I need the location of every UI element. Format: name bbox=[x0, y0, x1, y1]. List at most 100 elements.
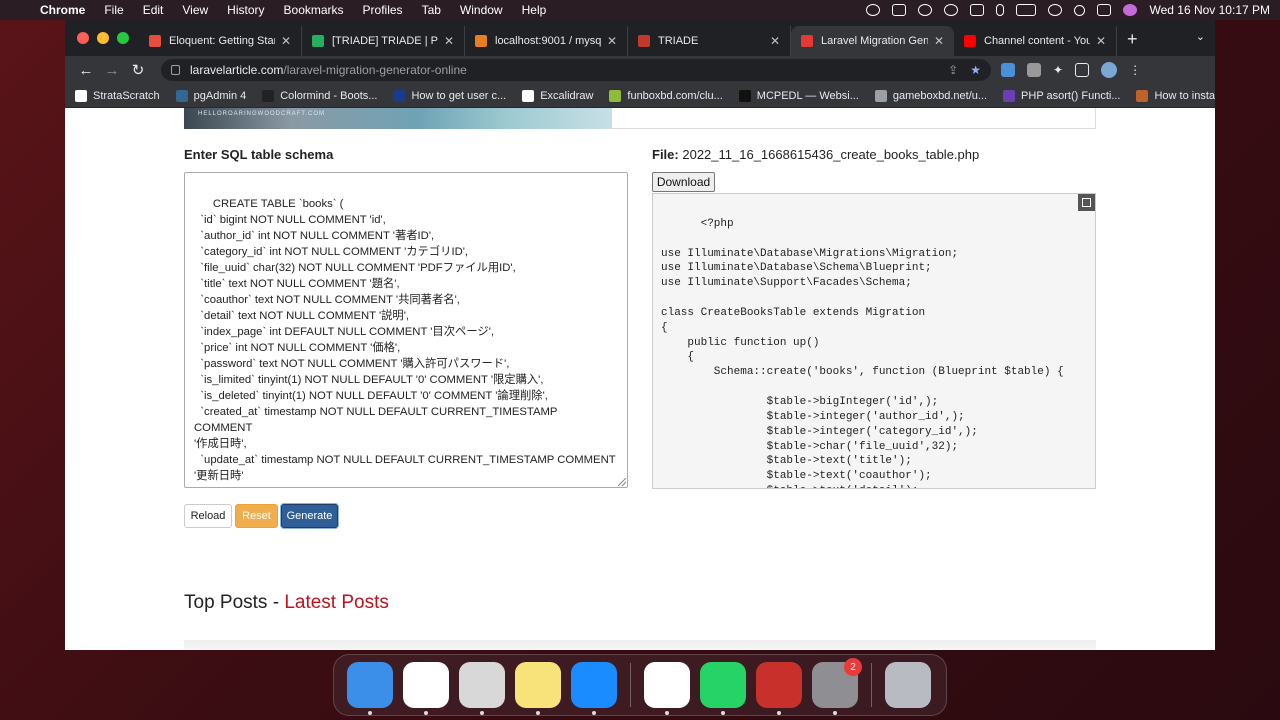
menu-edit[interactable]: Edit bbox=[143, 3, 164, 17]
menu-bookmarks[interactable]: Bookmarks bbox=[284, 3, 344, 17]
trash-dock-icon[interactable] bbox=[885, 662, 931, 708]
control-center-icon[interactable] bbox=[1097, 4, 1112, 16]
play-icon[interactable] bbox=[944, 4, 959, 16]
browser-tab[interactable]: localhost:9001 / mysql_c ✕ bbox=[465, 26, 628, 56]
file-label: File: bbox=[652, 147, 679, 162]
chrome-dock-icon[interactable] bbox=[403, 662, 449, 715]
share-icon[interactable]: ⇪ bbox=[948, 63, 958, 77]
hero-link[interactable]: — — bbox=[1040, 108, 1065, 112]
hero-card: — — bbox=[612, 108, 1096, 129]
address-bar[interactable]: laravelarticle.com /laravel-migration-ge… bbox=[161, 59, 991, 81]
tab-close-icon[interactable]: ✕ bbox=[281, 34, 291, 48]
bookmark-favicon-icon bbox=[1136, 89, 1149, 102]
bookmark-item[interactable]: Colormind - Boots... bbox=[262, 89, 377, 102]
generate-button[interactable]: Generate bbox=[281, 504, 338, 528]
wifi-icon[interactable] bbox=[1048, 4, 1063, 16]
menu-history[interactable]: History bbox=[227, 3, 264, 17]
bookmark-item[interactable]: funboxbd.com/clu... bbox=[609, 89, 723, 102]
bookmark-label: gameboxbd.net/u... bbox=[892, 89, 988, 102]
bookmark-star-icon[interactable]: ★ bbox=[970, 63, 981, 77]
bookmark-item[interactable]: StrataScratch bbox=[75, 89, 160, 102]
vscode-dock-icon[interactable] bbox=[644, 662, 690, 715]
menubar-datetime[interactable]: Wed 16 Nov 10:17 PM bbox=[1149, 3, 1270, 17]
bookmark-item[interactable]: Excalidraw bbox=[522, 89, 593, 102]
bluetooth-icon[interactable] bbox=[996, 4, 1005, 16]
browser-tab[interactable]: TRIADE ✕ bbox=[628, 26, 791, 56]
copy-code-icon[interactable] bbox=[1078, 194, 1095, 211]
siri-icon[interactable] bbox=[1123, 4, 1138, 16]
tab-close-icon[interactable]: ✕ bbox=[934, 34, 944, 48]
tab-close-icon[interactable]: ✕ bbox=[607, 34, 617, 48]
puzzle-extensions-icon[interactable]: ✦ bbox=[1053, 63, 1063, 77]
system-preferences-dock-icon[interactable]: 2 bbox=[812, 658, 862, 715]
vpn-icon[interactable] bbox=[918, 4, 933, 16]
tab-favicon-icon bbox=[964, 35, 976, 47]
reload-icon[interactable]: ↻ bbox=[125, 61, 151, 79]
bookmark-item[interactable]: gameboxbd.net/u... bbox=[874, 89, 988, 102]
browser-tab[interactable]: [TRIADE] TRIADE | Proje ✕ bbox=[302, 26, 465, 56]
profile-avatar[interactable] bbox=[1101, 62, 1118, 78]
reset-button[interactable]: Reset bbox=[235, 504, 278, 528]
screen-share-icon[interactable] bbox=[892, 4, 907, 16]
bookmark-favicon-icon bbox=[262, 89, 275, 102]
tab-favicon-icon bbox=[638, 35, 650, 47]
tab-close-icon[interactable]: ✕ bbox=[770, 34, 780, 48]
whatsapp-dock-icon[interactable] bbox=[700, 662, 746, 715]
latest-posts-link[interactable]: Latest Posts bbox=[284, 592, 389, 613]
download-button[interactable]: Download bbox=[652, 172, 715, 192]
migration-code-output[interactable]: <?php use Illuminate\Database\Migrations… bbox=[652, 193, 1096, 489]
bookmark-label: PHP asort() Functi... bbox=[1021, 89, 1121, 102]
tab-favicon-icon bbox=[475, 35, 487, 47]
more-menu-icon[interactable]: ⋮ bbox=[1129, 63, 1141, 77]
search-icon[interactable] bbox=[1074, 4, 1086, 16]
reload-button[interactable]: Reload bbox=[184, 504, 232, 528]
back-arrow-icon[interactable]: ← bbox=[73, 62, 99, 79]
bookmark-item[interactable]: pgAdmin 4 bbox=[175, 89, 246, 102]
app-store-dock-icon[interactable] bbox=[571, 662, 617, 715]
browser-tab[interactable]: Channel content - YouTu ✕ bbox=[954, 26, 1117, 56]
screenshot-extension-icon[interactable] bbox=[1027, 63, 1041, 77]
menu-file[interactable]: File bbox=[104, 3, 123, 17]
battery-icon[interactable] bbox=[1016, 4, 1037, 16]
window-controls bbox=[77, 32, 129, 44]
resize-handle-icon[interactable] bbox=[618, 478, 626, 486]
minimize-window-button[interactable] bbox=[97, 32, 109, 44]
tab-close-icon[interactable]: ✕ bbox=[1096, 34, 1106, 48]
menu-profiles[interactable]: Profiles bbox=[363, 3, 403, 17]
menu-chrome[interactable]: Chrome bbox=[40, 3, 85, 17]
close-window-button[interactable] bbox=[77, 32, 89, 44]
remote-desktop-dock-icon[interactable] bbox=[756, 662, 802, 715]
bookmark-favicon-icon bbox=[522, 89, 535, 102]
bookmark-item[interactable]: MCPEDL — Websi... bbox=[738, 89, 859, 102]
extension-icon[interactable] bbox=[1001, 63, 1015, 77]
tab-search-chevron-icon[interactable]: ⌄ bbox=[1196, 30, 1205, 43]
bookmark-item[interactable]: How to install php... bbox=[1136, 89, 1215, 102]
tab-title: Laravel Migration Gener bbox=[821, 35, 928, 47]
keyboard-icon[interactable] bbox=[970, 4, 985, 16]
running-indicator bbox=[721, 711, 725, 715]
browser-tab[interactable]: Laravel Migration Gener ✕ bbox=[791, 26, 954, 56]
menu-help[interactable]: Help bbox=[522, 3, 547, 17]
tab-close-icon[interactable]: ✕ bbox=[444, 34, 454, 48]
zoom-window-button[interactable] bbox=[117, 32, 129, 44]
menu-tab[interactable]: Tab bbox=[422, 3, 441, 17]
side-panel-icon[interactable] bbox=[1075, 63, 1090, 77]
record-icon[interactable] bbox=[866, 4, 881, 16]
browser-toolbar: ← → ↻ laravelarticle.com /laravel-migrat… bbox=[65, 56, 1215, 84]
finder-dock-icon[interactable] bbox=[347, 662, 393, 715]
posts-preview-strip bbox=[184, 640, 1096, 650]
browser-tab[interactable]: Eloquent: Getting Starte ✕ bbox=[139, 26, 302, 56]
launchpad-dock-icon[interactable] bbox=[459, 662, 505, 715]
lock-icon[interactable] bbox=[171, 65, 180, 75]
file-name-line: File: 2022_11_16_1668615436_create_books… bbox=[652, 147, 979, 162]
menu-window[interactable]: Window bbox=[460, 3, 503, 17]
bookmark-item[interactable]: PHP asort() Functi... bbox=[1003, 89, 1121, 102]
notes-dock-icon[interactable] bbox=[515, 662, 561, 715]
tab-favicon-icon bbox=[312, 35, 324, 47]
menu-view[interactable]: View bbox=[182, 3, 208, 17]
bookmark-label: MCPEDL — Websi... bbox=[756, 89, 859, 102]
bookmark-item[interactable]: How to get user c... bbox=[393, 89, 506, 102]
new-tab-button[interactable]: + bbox=[1117, 29, 1150, 56]
forward-arrow-icon[interactable]: → bbox=[99, 62, 125, 79]
sql-schema-textarea[interactable]: CREATE TABLE `books` ( `id` bigint NOT N… bbox=[184, 172, 628, 488]
